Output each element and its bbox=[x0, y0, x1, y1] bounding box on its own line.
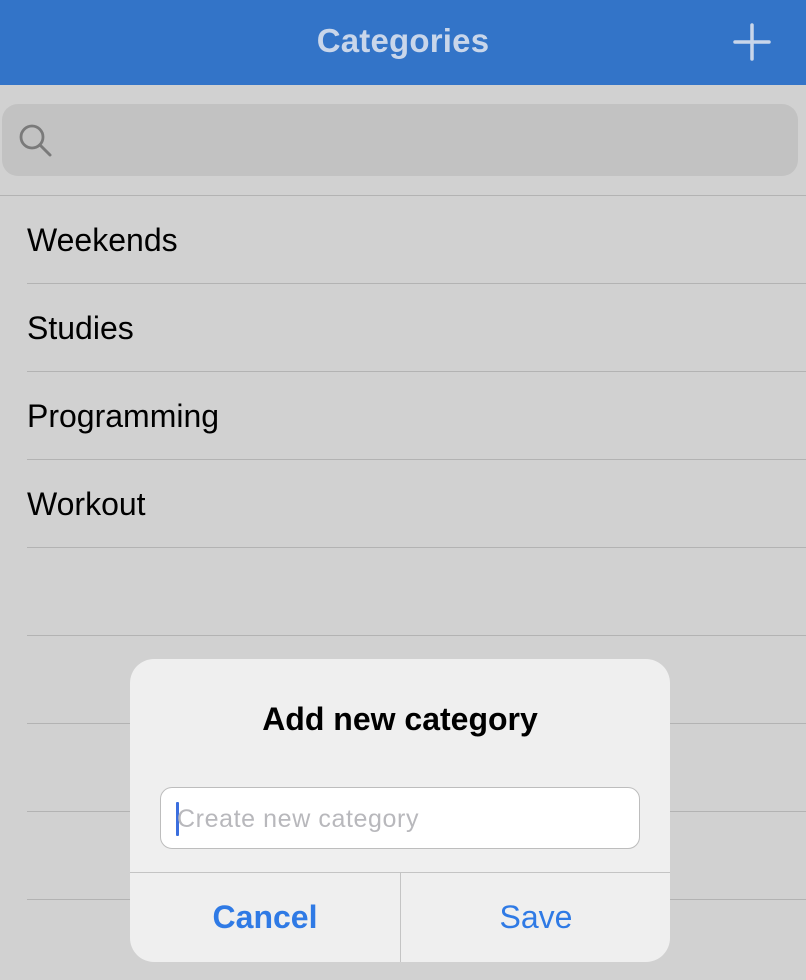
add-category-dialog: Add new category Create new category Can… bbox=[130, 659, 670, 962]
category-label: Studies bbox=[27, 310, 134, 346]
search-input[interactable] bbox=[64, 118, 774, 162]
category-row-weekends[interactable]: Weekends bbox=[0, 196, 806, 283]
category-row-studies[interactable]: Studies bbox=[0, 284, 806, 371]
cancel-button[interactable]: Cancel bbox=[130, 873, 400, 962]
category-label: Programming bbox=[27, 398, 220, 434]
category-label: Workout bbox=[27, 486, 146, 522]
navigation-bar: Categories bbox=[0, 0, 806, 85]
plus-icon bbox=[733, 23, 771, 61]
save-button[interactable]: Save bbox=[401, 873, 670, 962]
category-name-input[interactable]: Create new category bbox=[160, 787, 640, 849]
page-title: Categories bbox=[316, 22, 490, 59]
category-row-workout[interactable]: Workout bbox=[0, 460, 806, 547]
dialog-title: Add new category bbox=[262, 701, 538, 737]
category-row-programming[interactable]: Programming bbox=[0, 372, 806, 459]
category-label: Weekends bbox=[27, 222, 178, 258]
input-placeholder: Create new category bbox=[177, 805, 420, 833]
add-category-button[interactable] bbox=[728, 18, 776, 66]
divider bbox=[27, 547, 806, 548]
search-icon bbox=[18, 123, 54, 164]
search-bar[interactable] bbox=[2, 104, 798, 176]
divider bbox=[27, 635, 806, 636]
